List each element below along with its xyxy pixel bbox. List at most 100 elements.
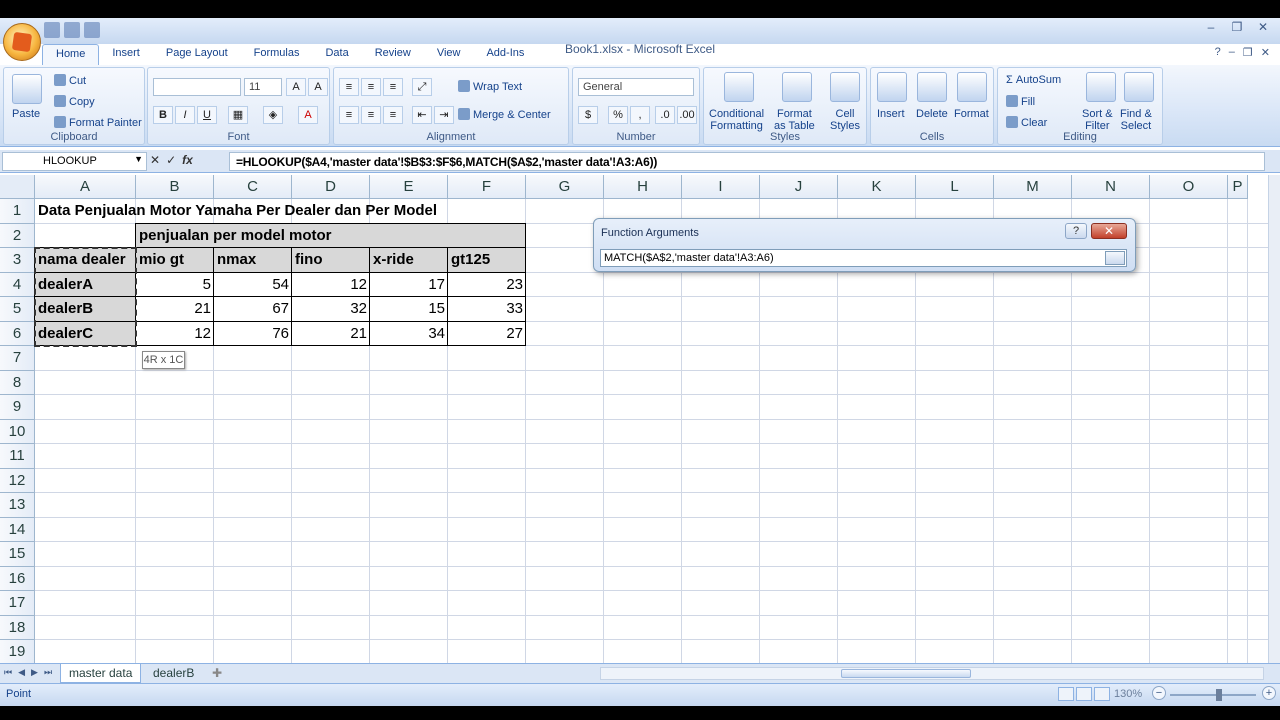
sales-value-cell[interactable]: 23 — [448, 273, 526, 298]
cut-button[interactable]: Cut — [54, 74, 86, 87]
row-header-6[interactable]: 6 — [0, 321, 35, 346]
sales-value-cell[interactable]: 67 — [214, 297, 292, 322]
delete-button[interactable]: Delete — [916, 108, 948, 120]
copy-button[interactable]: Copy — [54, 95, 95, 108]
row-header-8[interactable]: 8 — [0, 370, 35, 395]
column-header-c[interactable]: C — [214, 175, 292, 199]
function-arguments-dialog[interactable]: Function Arguments? ✕ MATCH($A$2,'master d… — [593, 218, 1136, 272]
column-label[interactable]: x-ride — [370, 248, 448, 273]
sales-value-cell[interactable]: 21 — [292, 322, 370, 347]
zoom-in-icon[interactable]: + — [1262, 686, 1276, 700]
wrap-text-button[interactable]: Wrap Text — [458, 80, 522, 93]
percent-button[interactable]: % — [608, 106, 628, 124]
font-color-icon[interactable]: A — [298, 106, 318, 124]
normal-view-icon[interactable] — [1058, 687, 1074, 701]
column-header-g[interactable]: G — [526, 175, 604, 199]
align-bottom-icon[interactable]: ≡ — [383, 78, 403, 96]
sales-value-cell[interactable]: 5 — [136, 273, 214, 298]
vertical-scrollbar[interactable] — [1268, 175, 1280, 663]
next-sheet-icon[interactable]: ▶ — [31, 667, 38, 678]
column-header-b[interactable]: B — [136, 175, 214, 199]
format-painter-button[interactable]: Format Painter — [54, 116, 142, 129]
row-header-13[interactable]: 13 — [0, 493, 35, 518]
decrease-decimal-icon[interactable]: .00 — [677, 106, 697, 124]
tab-data[interactable]: Data — [312, 44, 361, 66]
redo-icon[interactable] — [84, 22, 100, 38]
column-header-p[interactable]: P — [1228, 175, 1248, 199]
format-button[interactable]: Format — [954, 108, 989, 120]
fill-button[interactable]: Fill — [1006, 95, 1035, 108]
column-header-m[interactable]: M — [994, 175, 1072, 199]
column-header-d[interactable]: D — [292, 175, 370, 199]
tab-page-layout[interactable]: Page Layout — [153, 44, 241, 66]
dialog-argument-input[interactable]: MATCH($A$2,'master data'!A3:A6) — [600, 249, 1127, 267]
zoom-out-icon[interactable]: − — [1152, 686, 1166, 700]
row-header-12[interactable]: 12 — [0, 468, 35, 493]
row-header-11[interactable]: 11 — [0, 444, 35, 469]
column-header-i[interactable]: I — [682, 175, 760, 199]
column-header-a[interactable]: A — [35, 175, 136, 199]
tab-home[interactable]: Home — [42, 44, 100, 66]
ribbon-close-icon[interactable]: ✕ — [1261, 46, 1270, 59]
column-header-f[interactable]: F — [448, 175, 526, 199]
tab-insert[interactable]: Insert — [99, 44, 153, 66]
borders-icon[interactable]: ▦ — [228, 106, 248, 124]
dialog-help-button[interactable]: ? — [1065, 223, 1087, 239]
page-layout-view-icon[interactable] — [1076, 687, 1092, 701]
dealer-name-cell[interactable]: dealerB — [35, 297, 136, 322]
column-header-n[interactable]: N — [1072, 175, 1150, 199]
insert-function-button[interactable]: fx — [182, 153, 193, 167]
tab-add-ins[interactable]: Add-Ins — [473, 44, 537, 66]
bold-button[interactable]: B — [153, 106, 173, 124]
zoom-level[interactable]: 130% — [1114, 688, 1142, 700]
page-break-view-icon[interactable] — [1094, 687, 1110, 701]
horizontal-scrollbar[interactable] — [600, 667, 1264, 680]
sales-value-cell[interactable]: 54 — [214, 273, 292, 298]
font-size-combo[interactable]: 11 — [244, 78, 282, 96]
row-header-9[interactable]: 9 — [0, 395, 35, 420]
font-name-combo[interactable] — [153, 78, 241, 96]
orientation-icon[interactable]: ⤢ — [412, 78, 432, 96]
column-label[interactable]: nama dealer — [35, 248, 136, 273]
minimize-button[interactable]: – — [1198, 18, 1224, 36]
tab-formulas[interactable]: Formulas — [241, 44, 313, 66]
insert-button[interactable]: Insert — [877, 108, 905, 120]
align-right-icon[interactable]: ≡ — [383, 106, 403, 124]
row-header-3[interactable]: 3 — [0, 248, 35, 273]
merge-center-button[interactable]: Merge & Center — [458, 108, 551, 121]
row-header-15[interactable]: 15 — [0, 542, 35, 567]
align-center-icon[interactable]: ≡ — [361, 106, 381, 124]
ribbon-minimize-icon[interactable]: – — [1229, 46, 1235, 59]
align-middle-icon[interactable]: ≡ — [361, 78, 381, 96]
row-header-18[interactable]: 18 — [0, 615, 35, 640]
range-expand-icon[interactable] — [1105, 251, 1125, 265]
scroll-thumb[interactable] — [841, 669, 971, 678]
sales-value-cell[interactable]: 76 — [214, 322, 292, 347]
tab-view[interactable]: View — [424, 44, 474, 66]
increase-decimal-icon[interactable]: .0 — [655, 106, 675, 124]
row-header-2[interactable]: 2 — [0, 223, 35, 248]
tab-review[interactable]: Review — [362, 44, 424, 66]
prev-sheet-icon[interactable]: ◀ — [18, 667, 25, 678]
find-select-button[interactable]: Find & Select — [1120, 108, 1152, 132]
italic-button[interactable]: I — [175, 106, 195, 124]
sort-filter-button[interactable]: Sort & Filter — [1082, 108, 1113, 132]
dialog-close-button[interactable]: ✕ — [1091, 223, 1127, 239]
sales-value-cell[interactable]: 32 — [292, 297, 370, 322]
increase-indent-icon[interactable]: ⇥ — [434, 106, 454, 124]
sales-value-cell[interactable]: 12 — [136, 322, 214, 347]
column-label[interactable]: gt125 — [448, 248, 526, 273]
column-header-l[interactable]: L — [916, 175, 994, 199]
number-format-combo[interactable]: General — [578, 78, 694, 96]
close-button[interactable]: ✕ — [1250, 18, 1276, 36]
sales-value-cell[interactable]: 15 — [370, 297, 448, 322]
sheet-tab-dealerb[interactable]: dealerB — [145, 664, 202, 683]
align-left-icon[interactable]: ≡ — [339, 106, 359, 124]
column-header-k[interactable]: K — [838, 175, 916, 199]
fill-color-icon[interactable]: ◈ — [263, 106, 283, 124]
insert-sheet-icon[interactable]: ✚ — [204, 664, 230, 683]
currency-button[interactable]: $ — [578, 106, 598, 124]
sales-value-cell[interactable]: 34 — [370, 322, 448, 347]
row-header-16[interactable]: 16 — [0, 566, 35, 591]
column-label[interactable]: nmax — [214, 248, 292, 273]
